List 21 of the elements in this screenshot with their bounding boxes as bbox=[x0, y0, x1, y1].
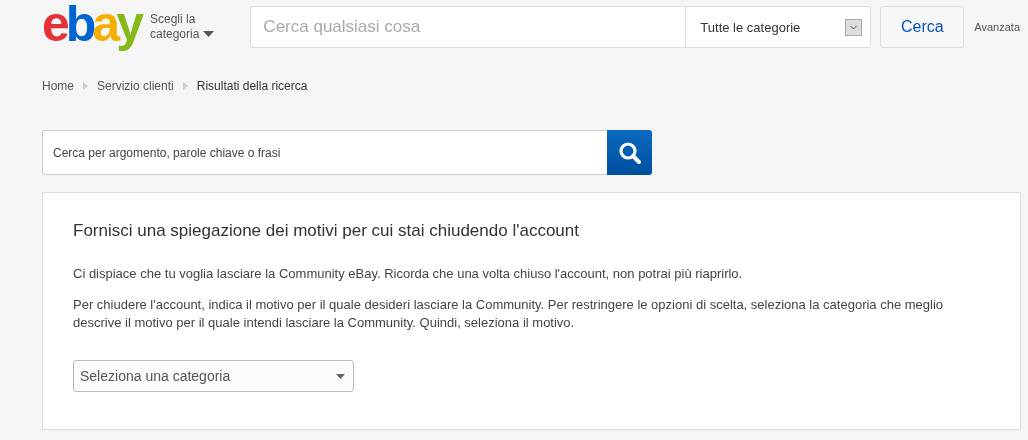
category-dropdown[interactable]: Seleziona una categoria bbox=[73, 360, 354, 392]
category-chooser[interactable]: Scegli la categoria bbox=[150, 12, 215, 42]
paragraph: Ci dispiace che tu voglia lasciare la Community eBay. Ricorda che una volta chiuso l'account, non potrai più riaprirlo. bbox=[73, 265, 744, 283]
breadcrumb-link[interactable]: Risultati della ricerca bbox=[196, 79, 308, 93]
chevron-icon bbox=[83, 82, 88, 90]
ebay-logo[interactable]: ebay bbox=[42, 0, 140, 49]
breadcrumb-link[interactable]: Servizio clienti bbox=[97, 79, 174, 93]
paragraph: Per chiudere l'account, indica il motivo per il quale desideri lasciare la Community. Per restringere le opzioni di scelta, seleziona la categoria che meglio descrive il motivo per il quale intendi lasciare la Community. Quindi, seleziona il motivo. bbox=[73, 296, 945, 332]
advanced-search-link[interactable]: Avanzata bbox=[974, 21, 1021, 33]
search-button[interactable]: Cerca bbox=[880, 6, 965, 48]
chevron-icon bbox=[182, 82, 188, 90]
search-field[interactable]: Cerca qualsiasi cosa bbox=[250, 6, 686, 48]
caret-icon bbox=[203, 31, 215, 37]
card-title: Fornisci una spiegazione dei motivi per cui stai chiudendo l'account bbox=[73, 221, 580, 241]
chevron-icon bbox=[845, 18, 863, 36]
breadcrumb-link[interactable]: Home bbox=[42, 79, 74, 93]
category-dropdown[interactable]: Tutte le categorie bbox=[685, 6, 872, 48]
caret-icon bbox=[336, 373, 345, 379]
search-icon bbox=[617, 140, 642, 165]
search-button[interactable] bbox=[607, 130, 652, 175]
help-search-field[interactable]: Cerca per argomento, parole chiave o frasi bbox=[42, 130, 607, 175]
